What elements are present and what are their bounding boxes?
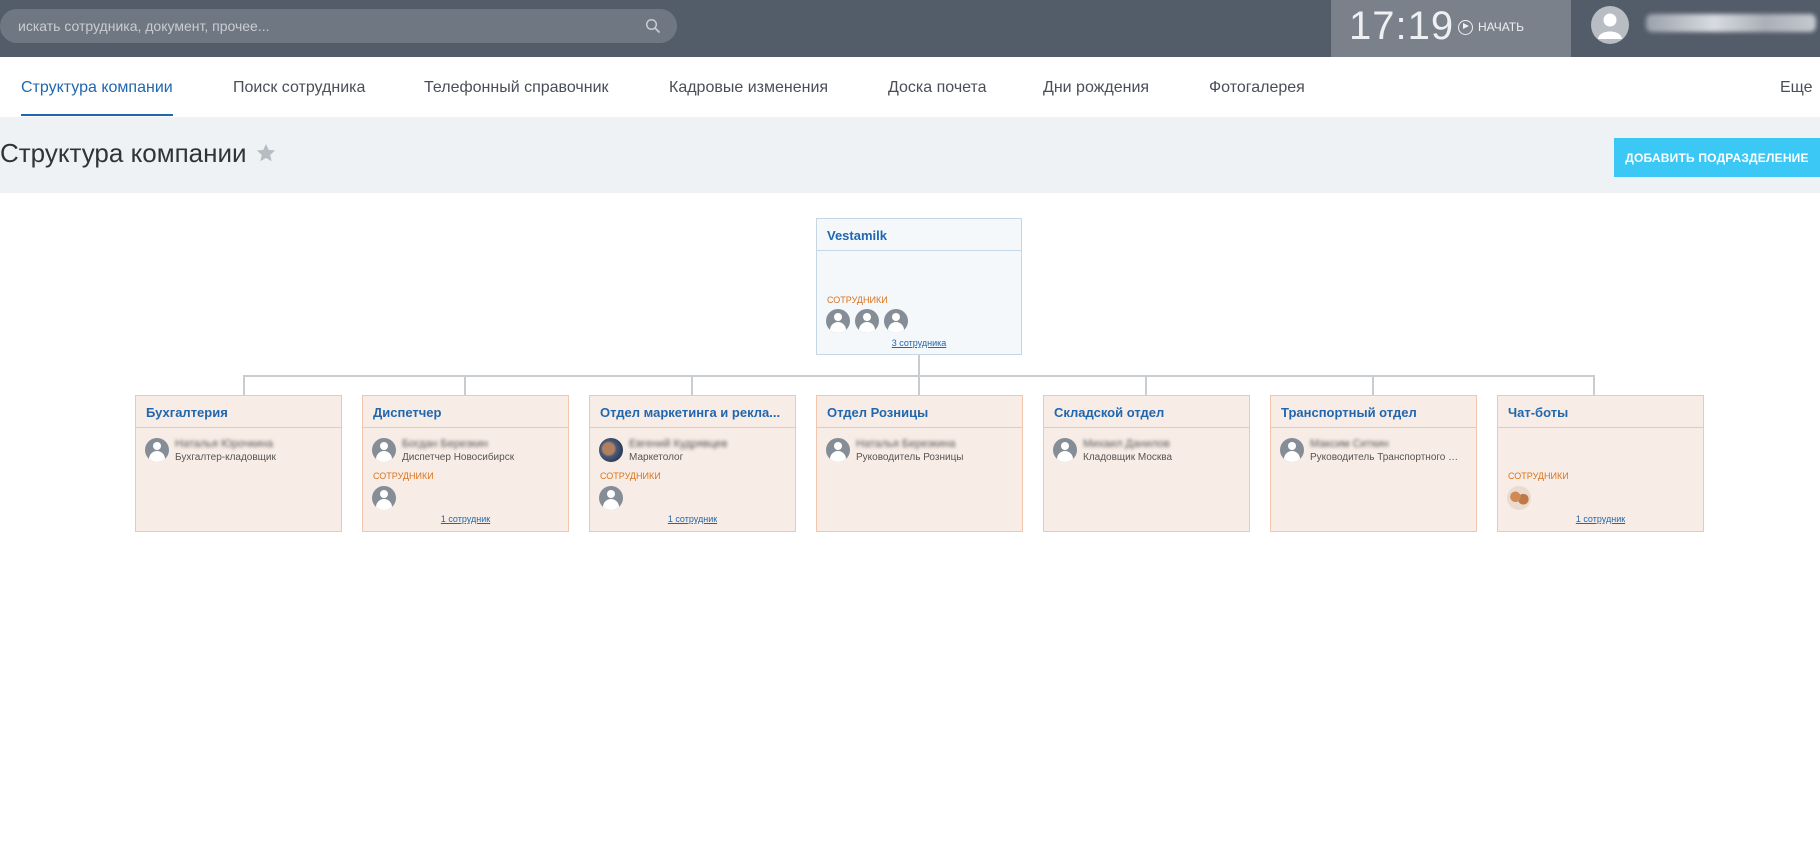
employee-icon[interactable] xyxy=(855,309,879,333)
root-department-card[interactable]: Vestamilk СОТРУДНИКИ 3 сотрудника xyxy=(816,218,1022,355)
head-name[interactable]: Максим Ситкин xyxy=(1310,438,1460,451)
department-name[interactable]: Отдел Розницы xyxy=(817,396,1022,428)
employee-icon[interactable] xyxy=(1280,438,1304,462)
employee-icon[interactable] xyxy=(372,438,396,462)
department-head[interactable]: Наталья Березкина Руководитель Розницы xyxy=(826,438,1006,463)
department-card[interactable]: Отдел маркетинга и рекла... Евгений Кудр… xyxy=(589,395,796,532)
clock-time: 17:19 xyxy=(1349,4,1455,48)
employee-icon[interactable] xyxy=(826,309,850,333)
title-bar: Структура компании ДОБАВИТЬ ПОДРАЗДЕЛЕНИ… xyxy=(0,117,1820,193)
tab-honor-board[interactable]: Доска почета xyxy=(888,79,987,97)
user-menu[interactable] xyxy=(1588,0,1820,57)
head-name[interactable]: Богдан Березкин xyxy=(402,438,552,451)
department-card[interactable]: Диспетчер Богдан Березкин Диспетчер Ново… xyxy=(362,395,569,532)
connector-drop xyxy=(464,375,466,395)
head-photo-icon[interactable] xyxy=(599,438,623,462)
chatbot-avatar-icon[interactable] xyxy=(1507,486,1531,510)
employee-icon[interactable] xyxy=(145,438,169,462)
head-position: Кладовщик Москва xyxy=(1083,452,1173,463)
employee-avatars xyxy=(599,486,623,510)
department-card[interactable]: Бухгалтерия Наталья Юрочкина Бухгалтер-к… xyxy=(135,395,342,532)
employee-icon[interactable] xyxy=(599,486,623,510)
head-position: Диспетчер Новосибирск xyxy=(402,452,515,463)
play-icon xyxy=(1458,19,1473,35)
department-name[interactable]: Бухгалтерия xyxy=(136,396,341,428)
section-tabs: Структура компании Поиск сотрудника Теле… xyxy=(0,57,1820,117)
head-name[interactable]: Михаил Данилов xyxy=(1083,438,1233,451)
employee-avatars xyxy=(1507,486,1531,510)
employee-icon[interactable] xyxy=(372,486,396,510)
user-avatar-icon[interactable] xyxy=(1591,6,1629,44)
department-card[interactable]: Складской отдел Михаил Данилов Кладовщик… xyxy=(1043,395,1250,532)
connector-drop xyxy=(1372,375,1374,395)
employee-icon[interactable] xyxy=(884,309,908,333)
employee-avatars xyxy=(826,309,908,333)
employees-label: СОТРУДНИКИ xyxy=(600,471,661,481)
department-card[interactable]: Отдел Розницы Наталья Березкина Руководи… xyxy=(816,395,1023,532)
employees-link[interactable]: 1 сотрудник xyxy=(363,514,568,524)
tab-photo-gallery[interactable]: Фотогалерея xyxy=(1209,79,1305,97)
start-workday-button[interactable]: НАЧАТЬ xyxy=(1458,16,1524,38)
connector-drop xyxy=(918,375,920,395)
head-name[interactable]: Евгений Кудрявцев xyxy=(629,438,779,451)
employees-label: СОТРУДНИКИ xyxy=(1508,471,1569,481)
employees-label: СОТРУДНИКИ xyxy=(827,295,888,305)
department-card[interactable]: Чат-боты СОТРУДНИКИ 1 сотрудник xyxy=(1497,395,1704,532)
employee-icon[interactable] xyxy=(826,438,850,462)
tab-more[interactable]: Еще xyxy=(1780,79,1813,97)
top-bar: 17:19 НАЧАТЬ xyxy=(0,0,1820,57)
department-head[interactable]: Евгений Кудрявцев Маркетолог xyxy=(599,438,779,463)
user-name-blurred[interactable] xyxy=(1646,14,1816,32)
department-name[interactable]: Складской отдел xyxy=(1044,396,1249,428)
connector-drop xyxy=(243,375,245,395)
tab-birthdays[interactable]: Дни рождения xyxy=(1043,79,1149,97)
employees-link[interactable]: 1 сотрудник xyxy=(1498,514,1703,524)
department-head[interactable]: Максим Ситкин Руководитель Транспортного… xyxy=(1280,438,1460,463)
department-head[interactable]: Богдан Березкин Диспетчер Новосибирск xyxy=(372,438,552,463)
search-icon[interactable] xyxy=(645,18,661,34)
head-position: Маркетолог xyxy=(629,452,684,463)
search-input[interactable] xyxy=(18,9,618,43)
department-name[interactable]: Отдел маркетинга и рекла... xyxy=(590,396,795,428)
search-box[interactable] xyxy=(0,9,677,43)
employee-icon[interactable] xyxy=(1053,438,1077,462)
star-icon[interactable] xyxy=(255,142,277,164)
head-name[interactable]: Наталья Березкина xyxy=(856,438,1006,451)
tab-employee-search[interactable]: Поиск сотрудника xyxy=(233,79,365,97)
start-label: НАЧАТЬ xyxy=(1478,20,1525,34)
department-name[interactable]: Транспортный отдел xyxy=(1271,396,1476,428)
tab-phone-directory[interactable]: Телефонный справочник xyxy=(424,79,609,97)
employees-link[interactable]: 3 сотрудника xyxy=(817,338,1021,348)
department-name[interactable]: Чат-боты xyxy=(1498,396,1703,428)
department-name[interactable]: Vestamilk xyxy=(817,219,1021,251)
page-title: Структура компании xyxy=(0,138,247,168)
department-head[interactable]: Наталья Юрочкина Бухгалтер-кладовщик xyxy=(145,438,325,463)
head-name[interactable]: Наталья Юрочкина xyxy=(175,438,325,451)
clock-widget: 17:19 НАЧАТЬ xyxy=(1331,0,1571,57)
tab-staff-changes[interactable]: Кадровые изменения xyxy=(669,79,828,97)
department-card[interactable]: Транспортный отдел Максим Ситкин Руковод… xyxy=(1270,395,1477,532)
connector-drop xyxy=(1145,375,1147,395)
connector-drop xyxy=(691,375,693,395)
tab-company-structure[interactable]: Структура компании xyxy=(21,79,173,116)
connector-vertical xyxy=(918,355,920,376)
head-position: Руководитель Розницы xyxy=(856,452,964,463)
head-position: Бухгалтер-кладовщик xyxy=(175,452,276,463)
employees-label: СОТРУДНИКИ xyxy=(373,471,434,481)
department-name[interactable]: Диспетчер xyxy=(363,396,568,428)
employees-link[interactable]: 1 сотрудник xyxy=(590,514,795,524)
employee-avatars xyxy=(372,486,396,510)
connector-drop xyxy=(1593,375,1595,395)
add-department-button[interactable]: ДОБАВИТЬ ПОДРАЗДЕЛЕНИЕ xyxy=(1614,138,1820,177)
department-head[interactable]: Михаил Данилов Кладовщик Москва xyxy=(1053,438,1233,463)
head-position: Руководитель Транспортного о... xyxy=(1310,452,1460,463)
